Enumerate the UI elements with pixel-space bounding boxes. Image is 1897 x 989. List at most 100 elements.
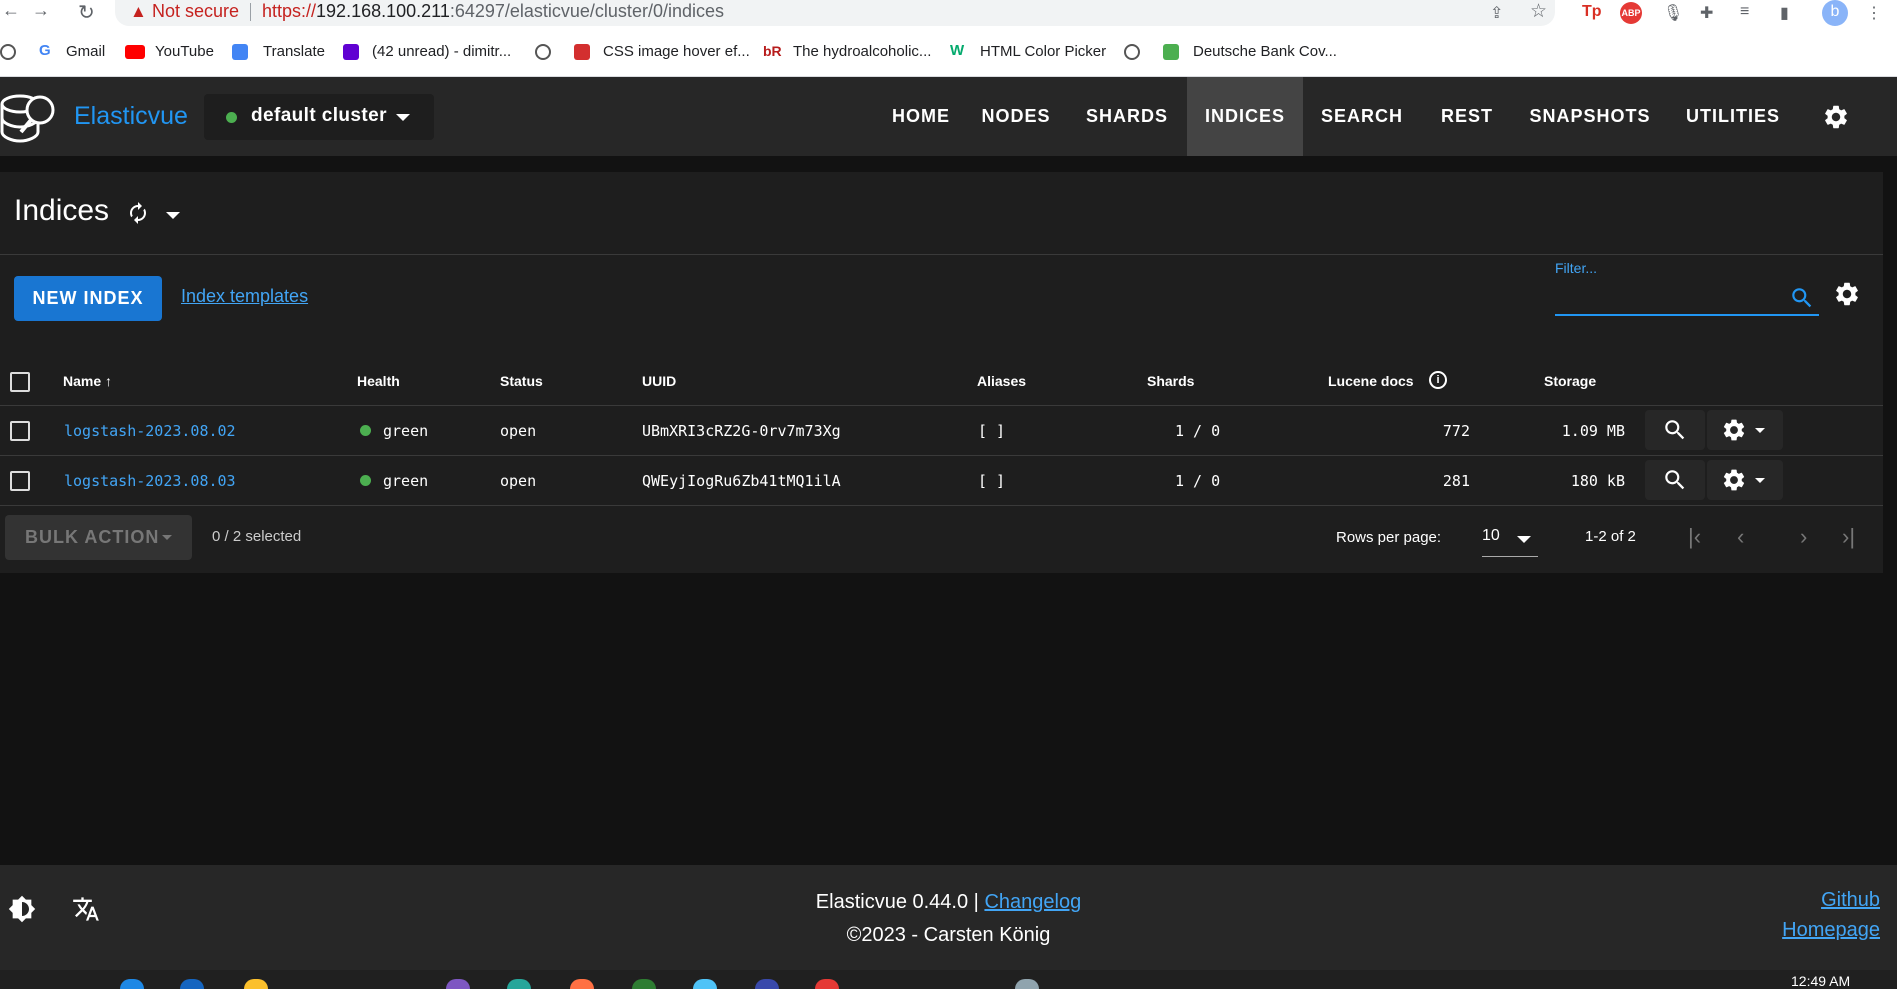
youtube-icon[interactable] — [125, 45, 145, 59]
bookmark-deutsche-bank[interactable]: Deutsche Bank Cov... — [1193, 43, 1337, 60]
refresh-icon[interactable] — [124, 201, 152, 225]
security-label[interactable]: Not secure — [152, 1, 239, 22]
reload-icon[interactable]: ↻ — [78, 0, 95, 25]
bookmark-hydroalcoholic[interactable]: The hydroalcoholic... — [793, 43, 931, 60]
forward-arrow-icon[interactable]: → — [32, 0, 50, 21]
w3-icon[interactable]: W — [950, 42, 970, 59]
warning-icon[interactable]: ▲ — [130, 2, 147, 22]
br-icon[interactable]: bR — [763, 43, 783, 59]
brand-title[interactable]: Elasticvue — [74, 102, 188, 131]
homepage-link[interactable]: Homepage — [1782, 919, 1880, 942]
index-options-button[interactable] — [1707, 410, 1783, 450]
github-link[interactable]: Github — [1821, 889, 1880, 912]
index-options-button[interactable] — [1707, 460, 1783, 500]
bookmark-css-hover[interactable]: CSS image hover ef... — [603, 43, 750, 60]
index-templates-link[interactable]: Index templates — [181, 286, 308, 307]
settings-gear-icon[interactable] — [1822, 103, 1850, 131]
docs-count: 772 — [1442, 422, 1470, 440]
new-index-button[interactable]: NEW INDEX — [14, 276, 162, 321]
chrome-icon[interactable] — [815, 979, 839, 989]
show-index-button[interactable] — [1645, 460, 1705, 500]
column-header-status[interactable]: Status — [500, 373, 543, 389]
column-header-uuid[interactable]: UUID — [642, 373, 676, 389]
mail-icon[interactable] — [343, 44, 359, 60]
bank-icon[interactable] — [1163, 44, 1179, 60]
translate-icon[interactable] — [232, 44, 248, 60]
bulk-action-button[interactable]: BULK ACTION — [5, 515, 192, 560]
app-icon[interactable] — [446, 979, 470, 989]
previous-page-icon[interactable]: ‹ — [1737, 524, 1744, 550]
reading-list-icon[interactable]: ≡ — [1740, 3, 1749, 21]
cluster-selector-button[interactable]: default cluster — [204, 94, 434, 140]
extensions-puzzle-icon[interactable]: ✚ — [1700, 3, 1713, 23]
search-icon — [1662, 417, 1688, 443]
elasticvue-logo-icon[interactable] — [0, 92, 58, 144]
app-icon[interactable] — [693, 979, 717, 989]
globe-icon[interactable] — [1124, 44, 1140, 60]
nav-search[interactable]: SEARCH — [1311, 77, 1413, 156]
column-header-lucene-docs[interactable]: Lucene docs — [1328, 373, 1414, 389]
nav-nodes[interactable]: NODES — [973, 77, 1059, 156]
column-header-shards[interactable]: Shards — [1147, 373, 1194, 389]
filter-input[interactable] — [1555, 280, 1719, 306]
index-name-link[interactable]: logstash-2023.08.03 — [64, 472, 236, 490]
url-text[interactable]: https://192.168.100.211:64297/elasticvue… — [262, 1, 724, 22]
app-icon[interactable] — [755, 979, 779, 989]
column-header-storage[interactable]: Storage — [1544, 373, 1596, 389]
bookmark-youtube[interactable]: YouTube — [155, 43, 214, 60]
google-icon[interactable]: G — [39, 42, 55, 59]
chevron-down-icon[interactable] — [166, 212, 180, 219]
bookmark-translate[interactable]: Translate — [263, 43, 325, 60]
app-icon[interactable] — [1015, 979, 1039, 989]
show-index-button[interactable] — [1645, 410, 1705, 450]
version-text: Elasticvue 0.44.0 | — [815, 891, 979, 913]
first-page-icon[interactable]: |‹ — [1688, 524, 1701, 550]
globe-icon[interactable] — [535, 44, 551, 60]
nav-home[interactable]: HOME — [869, 77, 973, 156]
column-header-name[interactable]: Name ↑ — [63, 373, 112, 389]
table-settings-gear-icon[interactable] — [1833, 280, 1861, 308]
next-page-icon[interactable]: › — [1800, 524, 1807, 550]
microphone-icon[interactable]: 🎙 — [1663, 3, 1683, 23]
share-icon[interactable]: ⇪ — [1490, 3, 1503, 23]
select-all-checkbox[interactable] — [10, 372, 30, 392]
nav-shards[interactable]: SHARDS — [1068, 77, 1186, 156]
rows-per-page-select[interactable]: 10 — [1482, 527, 1500, 545]
column-header-aliases[interactable]: Aliases — [977, 373, 1026, 389]
index-name-link[interactable]: logstash-2023.08.02 — [64, 422, 236, 440]
nav-indices[interactable]: INDICES — [1187, 77, 1303, 156]
nav-snapshots[interactable]: SNAPSHOTS — [1523, 77, 1657, 156]
browser-menu-icon[interactable]: ⋮ — [1866, 3, 1882, 23]
chevron-down-icon[interactable] — [1517, 536, 1531, 543]
back-arrow-icon[interactable]: ← — [2, 0, 20, 21]
nav-utilities[interactable]: UTILITIES — [1678, 77, 1788, 156]
info-icon[interactable]: i — [1429, 371, 1447, 389]
app-icon[interactable] — [570, 979, 594, 989]
folder-icon[interactable] — [244, 979, 268, 989]
profile-avatar[interactable]: b — [1822, 0, 1848, 26]
file-explorer-icon[interactable] — [120, 979, 144, 989]
bookmark-color-picker[interactable]: HTML Color Picker — [980, 43, 1106, 60]
excel-icon[interactable] — [632, 979, 656, 989]
search-icon[interactable] — [1789, 285, 1815, 311]
adblock-icon[interactable]: ABP — [1620, 2, 1642, 24]
globe-icon[interactable] — [0, 44, 16, 60]
side-panel-icon[interactable]: ▮ — [1780, 3, 1789, 23]
bookmark-gmail[interactable]: Gmail — [66, 43, 105, 60]
clock[interactable]: 12:49 AM — [1791, 973, 1850, 989]
bookmark-mail[interactable]: (42 unread) - dimitr... — [372, 43, 511, 60]
address-separator — [250, 3, 251, 21]
app-icon[interactable] — [507, 979, 531, 989]
bookmark-star-icon[interactable]: ☆ — [1530, 0, 1547, 23]
last-page-icon[interactable]: ›| — [1842, 524, 1855, 550]
row-checkbox[interactable] — [10, 471, 30, 491]
nav-rest[interactable]: REST — [1423, 77, 1511, 156]
changelog-link[interactable]: Changelog — [984, 891, 1081, 913]
uuid-text: QWEyjIogRu6Zb41tMQ1ilA — [642, 472, 841, 490]
word-icon[interactable] — [180, 979, 204, 989]
browser-toolbar: ← → ↻ ▲ Not secure https://192.168.100.2… — [0, 0, 1897, 30]
css-icon[interactable] — [574, 44, 590, 60]
row-checkbox[interactable] — [10, 421, 30, 441]
column-header-health[interactable]: Health — [357, 373, 400, 389]
extension-tp-icon[interactable]: Tp — [1582, 3, 1602, 21]
